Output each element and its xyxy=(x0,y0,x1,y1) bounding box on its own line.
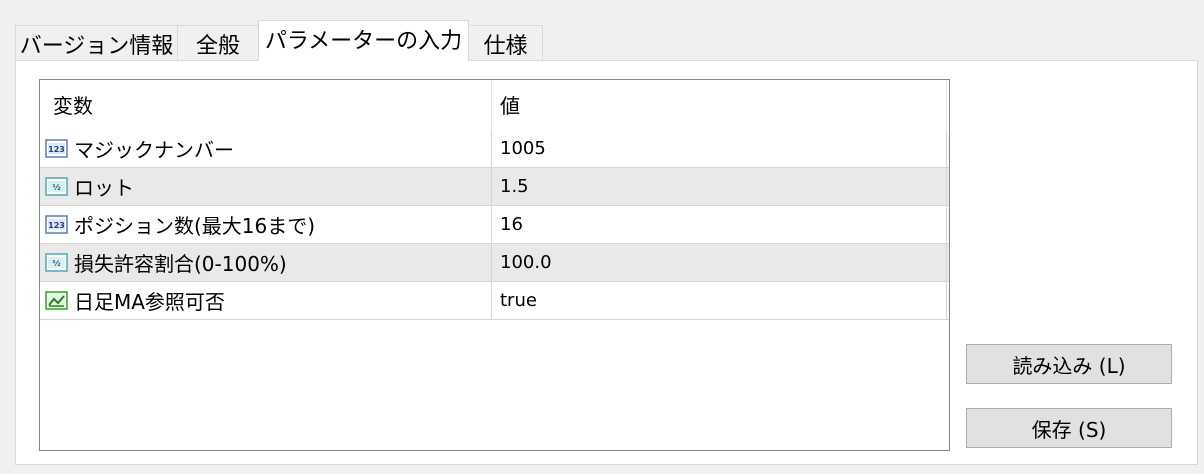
list-rows: 123 マジックナンバー 1005 ½ ロット 1.5 123 ポジション数(最… xyxy=(40,130,949,320)
parameter-name: マジックナンバー xyxy=(74,138,234,162)
parameter-name-cell[interactable]: 123 マジックナンバー xyxy=(40,130,492,167)
parameter-name: ポジション数(最大16まで) xyxy=(74,214,316,238)
parameters-list[interactable]: 変数 値 123 マジックナンバー 1005 ½ ロット 1.5 123 ポジシ… xyxy=(39,79,950,451)
svg-text:123: 123 xyxy=(48,221,65,230)
integer-icon: 123 xyxy=(45,213,68,236)
parameter-name-cell[interactable]: 123 ポジション数(最大16まで) xyxy=(40,206,492,243)
parameter-value: 100.0 xyxy=(500,252,552,273)
parameter-value: true xyxy=(500,290,537,311)
parameter-name: 日足MA参照可否 xyxy=(74,290,225,314)
save-button[interactable]: 保存 (S) xyxy=(966,408,1172,448)
parameter-value-cell[interactable]: 16 xyxy=(492,206,947,243)
parameter-value-cell[interactable]: true xyxy=(492,282,947,319)
svg-text:½: ½ xyxy=(52,258,60,268)
parameter-name-cell[interactable]: ½ 損失許容割合(0-100%) xyxy=(40,244,492,281)
tab-parameters[interactable]: パラメーターの入力 xyxy=(258,20,469,61)
tab-general[interactable]: 全般 xyxy=(177,25,259,61)
list-item[interactable]: 123 ポジション数(最大16まで) 16 xyxy=(40,206,949,244)
tab-strip: バージョン情報 全般 パラメーターの入力 仕様 xyxy=(15,20,543,61)
list-item[interactable]: 日足MA参照可否 true xyxy=(40,282,949,320)
double-icon: ½ xyxy=(45,175,68,198)
parameters-panel: 変数 値 123 マジックナンバー 1005 ½ ロット 1.5 123 ポジシ… xyxy=(15,60,1198,465)
list-header: 変数 値 xyxy=(40,80,949,129)
load-button[interactable]: 読み込み (L) xyxy=(966,344,1172,384)
integer-icon: 123 xyxy=(45,137,68,160)
parameter-name: ロット xyxy=(74,176,134,200)
column-header-variable[interactable]: 変数 xyxy=(40,80,492,129)
svg-text:½: ½ xyxy=(52,182,60,192)
svg-text:123: 123 xyxy=(48,145,65,154)
list-item[interactable]: 123 マジックナンバー 1005 xyxy=(40,130,949,168)
double-icon: ½ xyxy=(45,251,68,274)
parameter-name-cell[interactable]: 日足MA参照可否 xyxy=(40,282,492,319)
parameter-value-cell[interactable]: 1005 xyxy=(492,130,947,167)
list-item[interactable]: ½ 損失許容割合(0-100%) 100.0 xyxy=(40,244,949,282)
tab-version-info[interactable]: バージョン情報 xyxy=(15,25,178,61)
boolean-icon xyxy=(45,289,68,312)
tab-specification[interactable]: 仕様 xyxy=(468,25,543,61)
parameter-value-cell[interactable]: 100.0 xyxy=(492,244,947,281)
parameter-value: 1005 xyxy=(500,138,546,159)
parameter-value: 1.5 xyxy=(500,176,529,197)
window: バージョン情報 全般 パラメーターの入力 仕様 変数 値 123 マジックナンバ… xyxy=(0,0,1204,474)
parameter-value: 16 xyxy=(500,214,523,235)
parameter-name-cell[interactable]: ½ ロット xyxy=(40,168,492,205)
column-header-value[interactable]: 値 xyxy=(492,80,947,129)
parameter-name: 損失許容割合(0-100%) xyxy=(74,252,287,276)
parameter-value-cell[interactable]: 1.5 xyxy=(492,168,947,205)
list-item[interactable]: ½ ロット 1.5 xyxy=(40,168,949,206)
